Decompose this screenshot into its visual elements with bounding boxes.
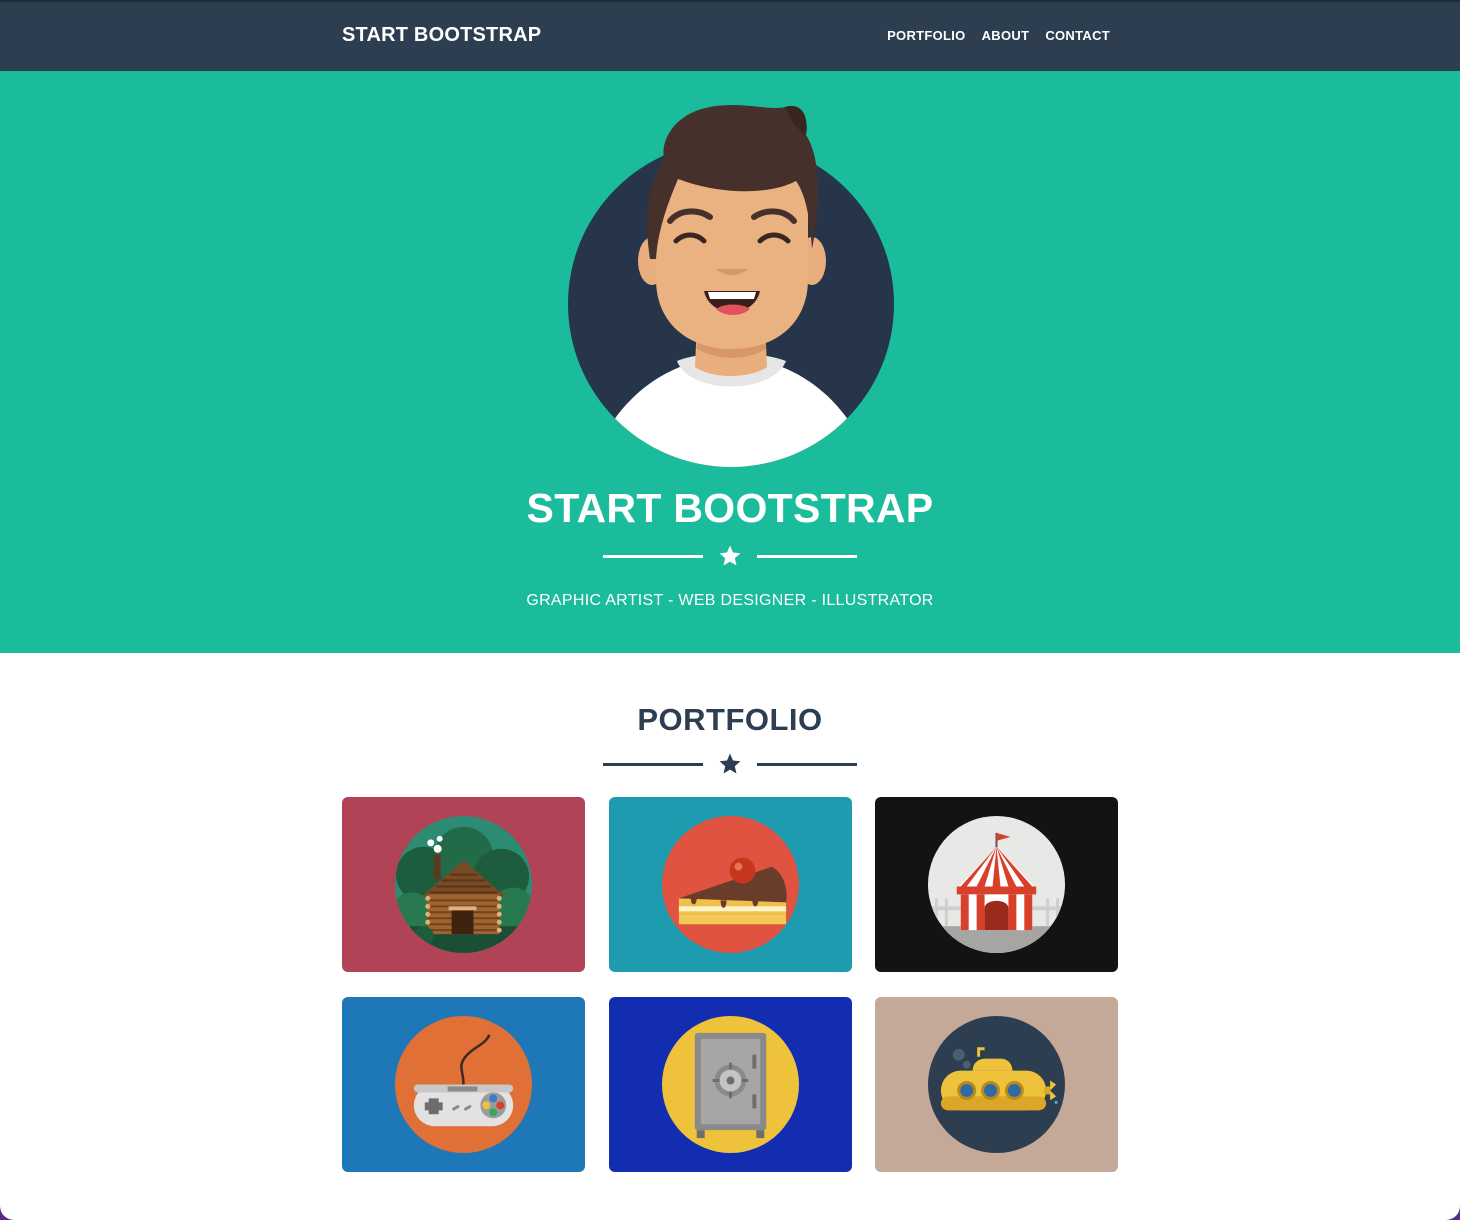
portfolio-item-submarine[interactable] [875,997,1118,1172]
divider-line-right [757,763,857,766]
avatar-illustration [568,105,894,467]
portfolio-item-circus[interactable] [875,797,1118,972]
page: START BOOTSTRAP PORTFOLIO ABOUT CONTACT [0,0,1460,1220]
nav-link-portfolio[interactable]: PORTFOLIO [887,28,966,43]
cabin-icon [394,815,533,954]
portfolio-item-controller[interactable] [342,997,585,1172]
portfolio-title: PORTFOLIO [637,702,823,737]
star-icon [719,753,741,774]
nav-link-about[interactable]: ABOUT [982,28,1030,43]
game-controller-icon [394,1015,533,1154]
brand-link[interactable]: START BOOTSTRAP [342,24,541,47]
navbar: START BOOTSTRAP PORTFOLIO ABOUT CONTACT [0,0,1460,71]
portfolio-item-cabin[interactable] [342,797,585,972]
masthead-title: START BOOTSTRAP [526,485,934,531]
divider-line-left [603,763,703,766]
portfolio-item-cake[interactable] [609,797,852,972]
divider-line-right [757,555,857,558]
nav-links: PORTFOLIO ABOUT CONTACT [887,28,1110,43]
cake-icon [661,815,800,954]
masthead: START BOOTSTRAP GRAPHIC ARTIST - WEB DES… [0,71,1460,653]
nav-link-contact[interactable]: CONTACT [1045,28,1110,43]
masthead-divider [603,544,857,568]
circus-tent-icon [927,815,1066,954]
portfolio-item-safe[interactable] [609,997,852,1172]
submarine-icon [927,1015,1066,1154]
portfolio-divider [603,752,857,776]
divider-line-left [603,555,703,558]
masthead-subtitle: GRAPHIC ARTIST - WEB DESIGNER - ILLUSTRA… [526,592,934,609]
safe-icon [661,1015,800,1154]
star-icon [719,545,741,566]
